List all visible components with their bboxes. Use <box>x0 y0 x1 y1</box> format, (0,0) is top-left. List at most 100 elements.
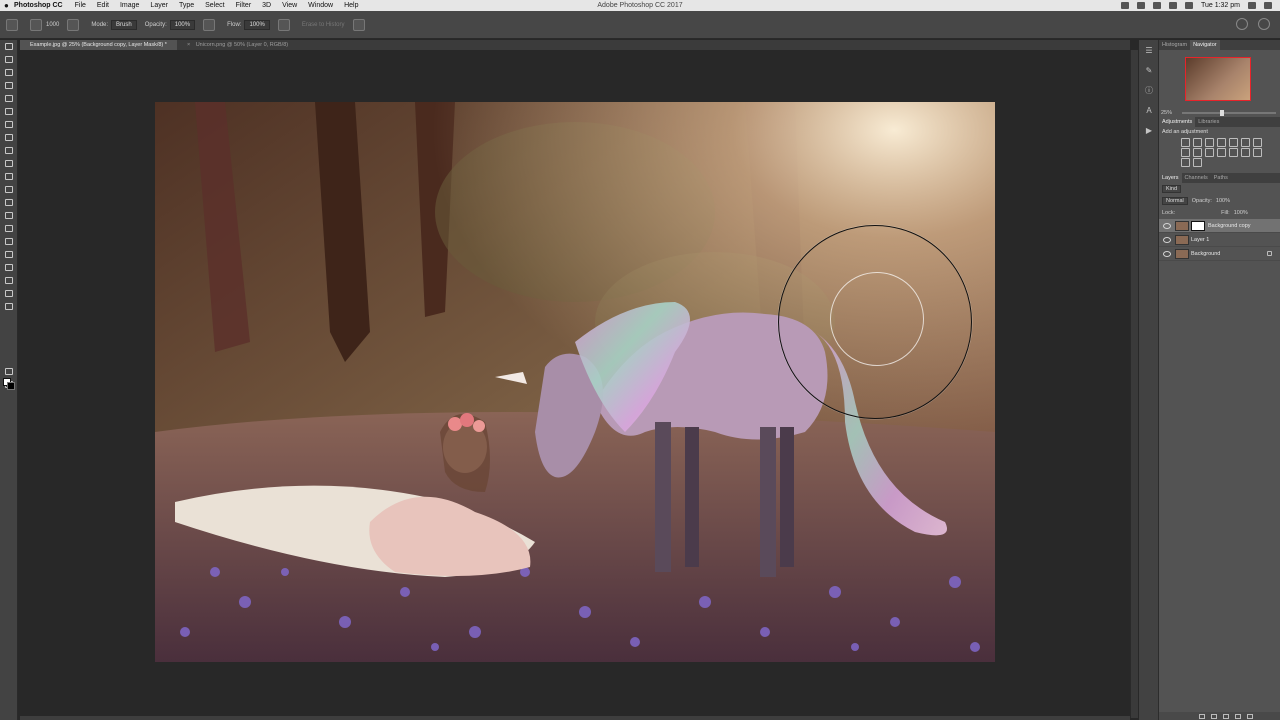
dodge-tool[interactable] <box>0 209 18 222</box>
menu-edit[interactable]: Edit <box>97 0 109 11</box>
blur-tool[interactable] <box>0 196 18 209</box>
pen-tool[interactable] <box>0 222 18 235</box>
black-white-adjustment-icon[interactable] <box>1181 148 1190 157</box>
bluetooth-icon[interactable] <box>1136 2 1145 9</box>
spotlight-icon[interactable] <box>1248 2 1256 9</box>
close-icon[interactable]: × <box>187 42 190 48</box>
curves-adjustment-icon[interactable] <box>1205 138 1214 147</box>
wifi-icon[interactable] <box>1184 2 1193 9</box>
layer-name[interactable]: Background <box>1191 251 1220 257</box>
navigator-zoom-value[interactable]: 25% <box>1161 110 1172 116</box>
layer-thumbnail[interactable] <box>1175 248 1189 259</box>
eraser-tool-preset[interactable] <box>6 18 22 31</box>
invert-adjustment-icon[interactable] <box>1229 148 1238 157</box>
mask-icon[interactable] <box>1223 713 1229 719</box>
visibility-eye-icon[interactable] <box>1163 236 1171 243</box>
history-icon[interactable]: ☰ <box>1139 40 1159 60</box>
color-lookup-adjustment-icon[interactable] <box>1217 148 1226 157</box>
menu-help[interactable]: Help <box>344 0 358 11</box>
marquee-tool[interactable] <box>0 53 18 66</box>
canvas-workspace[interactable] <box>20 50 1130 718</box>
notifications-icon[interactable] <box>1264 2 1272 9</box>
link-layers-icon[interactable] <box>1199 713 1205 719</box>
menu-layer[interactable]: Layer <box>150 0 168 11</box>
layer-mask-thumbnail[interactable] <box>1191 220 1205 231</box>
layer-thumbnail[interactable] <box>1175 234 1189 245</box>
tab-adjustments[interactable]: Adjustments <box>1159 117 1196 127</box>
trash-icon[interactable] <box>1247 713 1253 719</box>
layer-name[interactable]: Layer 1 <box>1191 237 1209 243</box>
eyedropper-tool[interactable] <box>0 105 18 118</box>
gradient-tool[interactable] <box>0 183 18 196</box>
layer-thumbnail[interactable] <box>1175 220 1189 231</box>
threshold-adjustment-icon[interactable] <box>1253 148 1262 157</box>
tab-paths[interactable]: Paths <box>1211 173 1231 183</box>
type-tool[interactable] <box>0 235 18 248</box>
brightness-adjustment-icon[interactable] <box>1181 138 1190 147</box>
tab-channels[interactable]: Channels <box>1182 173 1211 183</box>
gradient-map-adjustment-icon[interactable] <box>1181 158 1190 167</box>
exposure-adjustment-icon[interactable] <box>1217 138 1226 147</box>
fx-icon[interactable] <box>1211 713 1217 719</box>
erase-to-history-checkbox[interactable]: Erase to History <box>302 22 345 28</box>
layer-opacity-value[interactable]: 100% <box>1216 198 1230 204</box>
battery-icon[interactable] <box>1168 2 1177 9</box>
more-tool[interactable] <box>0 300 18 313</box>
history-brush-tool[interactable] <box>0 157 18 170</box>
zoom-slider[interactable] <box>1182 109 1276 116</box>
photo-filter-adjustment-icon[interactable] <box>1193 148 1202 157</box>
new-layer-icon[interactable] <box>1235 713 1241 719</box>
zoom-tool[interactable] <box>0 287 18 300</box>
quick-select-tool[interactable] <box>0 79 18 92</box>
menu-type[interactable]: Type <box>179 0 194 11</box>
tab-example[interactable]: Example.jpg @ 25% (Background copy, Laye… <box>20 40 177 50</box>
posterize-adjustment-icon[interactable] <box>1241 148 1250 157</box>
levels-adjustment-icon[interactable] <box>1193 138 1202 147</box>
menu-image[interactable]: Image <box>120 0 139 11</box>
menu-file[interactable]: File <box>75 0 86 11</box>
crop-tool[interactable] <box>0 92 18 105</box>
brush-preset-picker[interactable]: 1000 <box>30 18 59 31</box>
layer-row[interactable]: Background <box>1159 247 1280 261</box>
mode-select[interactable]: Brush <box>111 19 137 30</box>
tab-unicorn[interactable]: × Unicorn.png @ 50% (Layer 0, RGB/8) <box>176 40 299 50</box>
lasso-tool[interactable] <box>0 66 18 79</box>
blend-mode-select[interactable]: Normal <box>1162 197 1188 205</box>
flow-input[interactable]: 100% <box>244 19 270 30</box>
tab-histogram[interactable]: Histogram <box>1159 40 1190 50</box>
pressure-size-toggle[interactable] <box>352 18 369 31</box>
dropbox-icon[interactable] <box>1120 2 1129 9</box>
quick-mask-tool[interactable] <box>0 365 18 378</box>
menu-select[interactable]: Select <box>205 0 224 11</box>
brush-tool[interactable] <box>0 131 18 144</box>
hand-tool[interactable] <box>0 274 18 287</box>
layer-row[interactable]: Layer 1 <box>1159 233 1280 247</box>
rectangle-tool[interactable] <box>0 261 18 274</box>
clone-stamp-tool[interactable] <box>0 144 18 157</box>
menubar-clock[interactable]: Tue 1:32 pm <box>1201 2 1240 9</box>
tab-libraries[interactable]: Libraries <box>1195 117 1222 127</box>
zoom-slider-handle[interactable] <box>1219 109 1224 116</box>
tab-layers[interactable]: Layers <box>1159 173 1182 183</box>
apple-icon[interactable]: ● <box>4 1 14 10</box>
menu-window[interactable]: Window <box>308 0 333 11</box>
menu-3d[interactable]: 3D <box>262 0 271 11</box>
eraser-tool[interactable] <box>0 170 18 183</box>
visibility-eye-icon[interactable] <box>1163 222 1171 229</box>
layer-kind-filter[interactable]: Kind <box>1162 185 1182 193</box>
airbrush-toggle[interactable] <box>277 18 294 31</box>
channel-mixer-adjustment-icon[interactable] <box>1205 148 1214 157</box>
opacity-input[interactable]: 100% <box>169 19 196 30</box>
search-icon[interactable] <box>1236 18 1248 30</box>
background-color-swatch[interactable] <box>7 382 15 390</box>
character-icon[interactable]: A <box>1139 100 1159 120</box>
move-tool[interactable] <box>0 40 18 53</box>
selective-color-adjustment-icon[interactable] <box>1193 158 1202 167</box>
menu-filter[interactable]: Filter <box>236 0 252 11</box>
vibrance-adjustment-icon[interactable] <box>1229 138 1238 147</box>
visibility-eye-icon[interactable] <box>1163 250 1171 257</box>
brush-settings-icon[interactable]: ✎ <box>1139 60 1159 80</box>
volume-icon[interactable] <box>1152 2 1161 9</box>
workspace-icon[interactable] <box>1258 18 1270 30</box>
path-select-tool[interactable] <box>0 248 18 261</box>
